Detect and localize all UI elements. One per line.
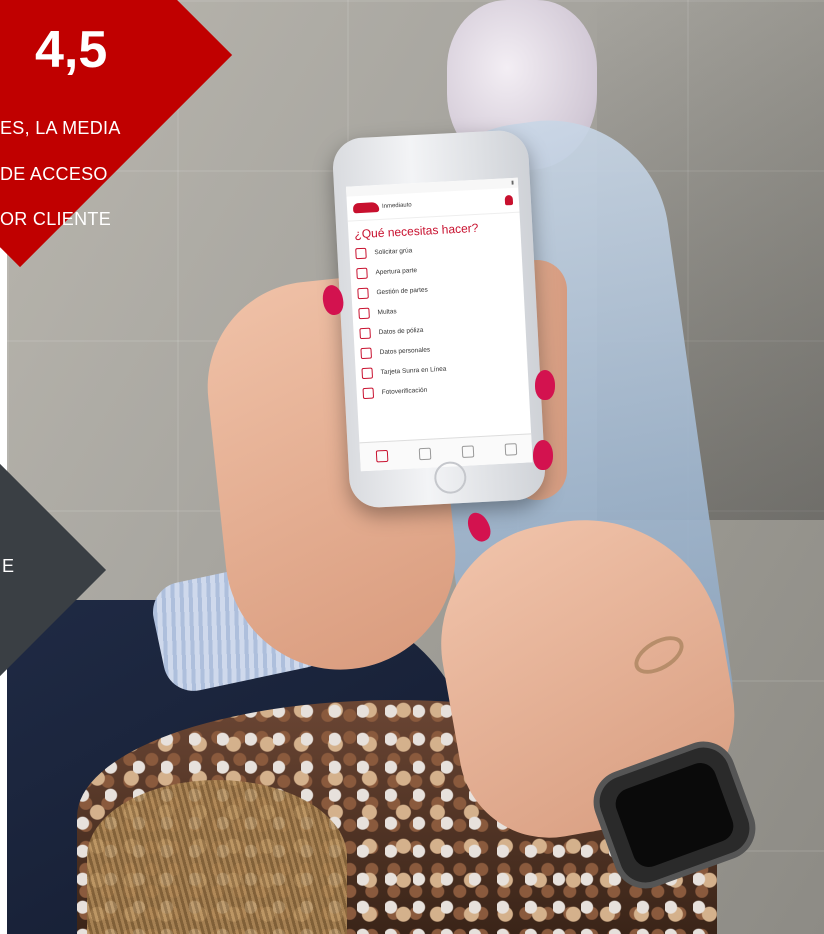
phone-screen: ▮ Inmediauto ¿Qué necesitas hacer? Solic…	[345, 177, 533, 472]
smartphone: ▮ Inmediauto ¿Qué necesitas hacer? Solic…	[331, 129, 547, 509]
menu-item-label: Solicitar grúa	[374, 246, 413, 256]
menu-item-label: Tarjeta Sunra en Línea	[380, 365, 447, 376]
user-tab-icon[interactable]	[418, 447, 431, 461]
menu-item-label: Apertura parte	[375, 266, 418, 276]
badge-line-2: DE ACCESO	[0, 164, 108, 184]
nail	[535, 370, 555, 400]
tools-tab-icon[interactable]	[504, 443, 517, 456]
menu-item-label: Multas	[377, 307, 397, 316]
folder-icon	[357, 287, 369, 299]
rating-badge: 4,5 ES, LA MEDIA DE ACCESO OR CLIENTE	[0, 0, 260, 330]
ticket-icon	[358, 307, 370, 319]
menu-item-label: Datos de póliza	[378, 326, 424, 336]
menu-item-label: Gestión de partes	[376, 286, 428, 296]
app-logo: Inmediauto	[352, 200, 412, 214]
watch-screen	[611, 758, 738, 872]
nail	[533, 440, 553, 470]
info-badge-text: E	[2, 556, 15, 576]
camera-car-icon	[362, 387, 375, 399]
badge-line-1: ES, LA MEDIA	[0, 118, 121, 138]
rating-value: 4,5	[35, 21, 108, 79]
menu-item-label: Datos personales	[379, 346, 431, 356]
hair	[87, 780, 347, 934]
id-card-icon	[360, 347, 372, 359]
user-icon[interactable]	[504, 194, 514, 206]
tow-truck-icon	[355, 247, 367, 259]
document-open-icon	[356, 267, 368, 279]
badge-line-3: OR CLIENTE	[0, 209, 112, 229]
battery-icon: ▮	[511, 179, 515, 187]
card-icon	[361, 367, 373, 379]
car-tab-icon[interactable]	[461, 445, 474, 458]
home-tab-icon[interactable]	[375, 449, 388, 463]
home-button[interactable]	[433, 460, 468, 495]
action-menu: Solicitar grúa Apertura parte Gestión de…	[349, 235, 529, 404]
car-logo-icon	[352, 201, 380, 214]
menu-item-label: Fotoverificación	[381, 386, 428, 396]
policy-icon	[359, 327, 371, 339]
brand-name: Inmediauto	[381, 202, 412, 210]
